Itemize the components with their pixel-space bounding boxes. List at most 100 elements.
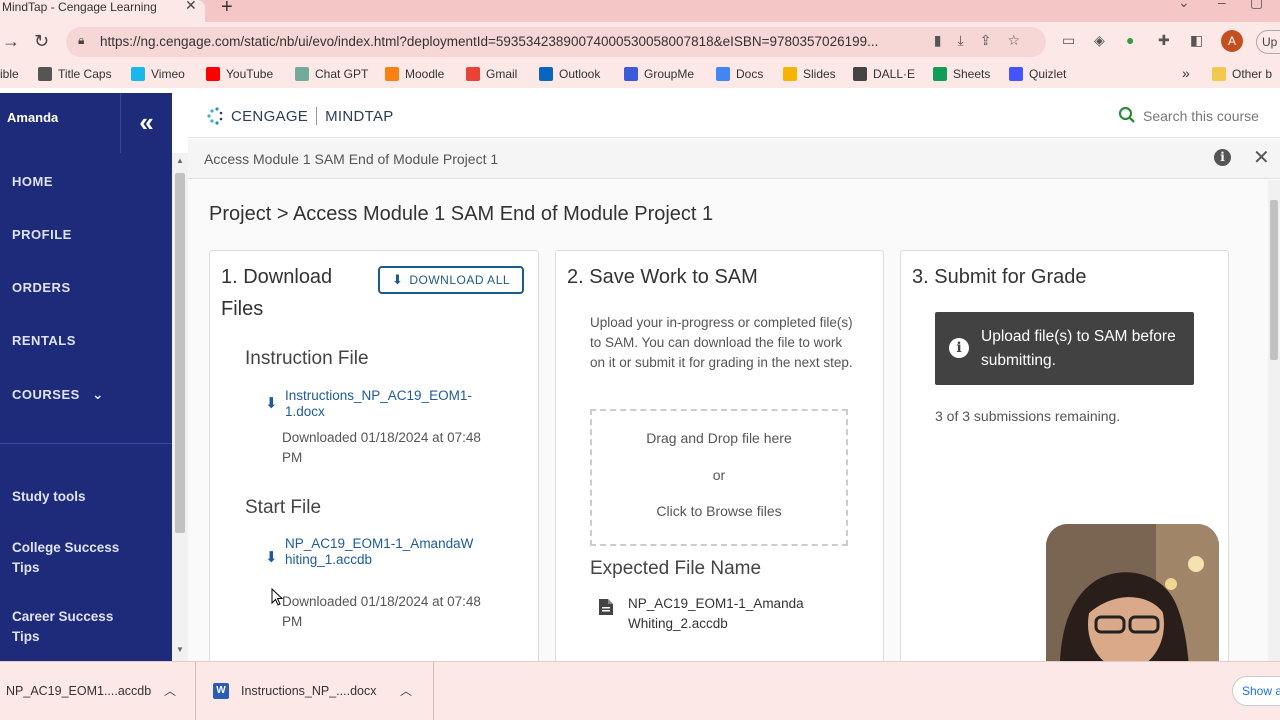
sidebar-scroll-thumb[interactable]: [175, 173, 185, 533]
download-item[interactable]: NP_AC19_EOM1....accdb ︿: [0, 662, 196, 720]
chatgpt-icon: [295, 67, 309, 81]
dalle-icon: [853, 67, 867, 81]
activity-title: Access Module 1 SAM End of Module Projec…: [204, 151, 499, 167]
submit-notice: i Upload file(s) to SAM before submittin…: [935, 312, 1194, 385]
moodle-icon: [385, 67, 399, 81]
update-button[interactable]: Up: [1256, 30, 1280, 54]
side-panel-icon[interactable]: ◧: [1190, 32, 1203, 49]
bookmark-label: DALL·E: [873, 67, 916, 81]
bookmark-label: Vimeo: [151, 67, 185, 81]
maximize-window-icon[interactable]: ▢: [1250, 0, 1263, 11]
sidebar-item-study-tools[interactable]: Study tools: [12, 487, 152, 507]
bookmark-item[interactable]: Outlook: [539, 67, 600, 81]
close-tab-icon[interactable]: ✕: [185, 0, 197, 12]
download-icon: ⬇: [391, 272, 404, 287]
camera-icon[interactable]: ▮: [934, 32, 958, 48]
bookmark-label: Outlook: [559, 67, 601, 81]
url-text[interactable]: https://ng.cengage.com/static/nb/ui/evo/…: [100, 34, 878, 49]
search-course-input[interactable]: Search this course: [1143, 108, 1259, 124]
scroll-down-icon[interactable]: ▼: [176, 645, 184, 654]
chevron-up-icon[interactable]: ︿: [400, 682, 412, 699]
info-circle-icon: i: [949, 338, 969, 358]
sidebar-item-profile[interactable]: PROFILE: [12, 227, 72, 242]
cengage-mindtap-logo[interactable]: CENGAGE MINDTAP: [205, 106, 394, 126]
bookmark-label: Docs: [736, 67, 764, 81]
reload-icon[interactable]: ↻: [34, 31, 49, 52]
bookmark-star-icon[interactable]: ☆: [1007, 32, 1036, 48]
gmail-icon: [466, 67, 480, 81]
profile-avatar[interactable]: A: [1221, 30, 1243, 52]
bookmark-item[interactable]: DALL·E: [853, 67, 915, 81]
bookmark-item[interactable]: Sheets: [933, 67, 990, 81]
start-file-heading: Start File: [245, 497, 322, 518]
extension-jm-icon[interactable]: ●: [1126, 32, 1134, 48]
sidebar-item-rentals[interactable]: RENTALS: [12, 333, 76, 348]
download-all-button[interactable]: ⬇ DOWNLOAD ALL: [378, 266, 524, 294]
word-document-icon: W: [213, 683, 229, 699]
bookmark-item[interactable]: Docs: [716, 67, 763, 81]
info-icon[interactable]: i: [1214, 149, 1231, 166]
card-title-save: 2. Save Work to SAM: [567, 266, 758, 288]
download-item-name: NP_AC19_EOM1....accdb: [6, 684, 152, 698]
bookmark-item[interactable]: Slides: [783, 67, 836, 81]
main-scrollbar[interactable]: [1268, 180, 1280, 661]
close-activity-icon[interactable]: ✕: [1253, 145, 1270, 170]
browser-tab-bar: MindTap - Cengage Learning ✕ + ⌄ – ▢: [0, 0, 1280, 22]
card-title-submit: 3. Submit for Grade: [912, 266, 1087, 288]
address-bar[interactable]: 🔒︎ https://ng.cengage.com/static/nb/ui/e…: [66, 27, 1046, 57]
card-title-download: 1. Download Files: [221, 266, 333, 320]
file-download-icon[interactable]: ⬇: [265, 548, 278, 566]
download-item[interactable]: W Instructions_NP_....docx ︿: [196, 662, 434, 720]
start-file-link[interactable]: NP_AC19_EOM1-1_AmandaWhiting_1.accdb: [285, 536, 475, 568]
minimize-icon[interactable]: ⌄: [1178, 0, 1190, 11]
scroll-up-icon[interactable]: ▲: [176, 156, 184, 165]
dropzone-drag-text: Drag and Drop file here: [646, 430, 792, 446]
logo-divider: [316, 107, 318, 125]
chevron-up-icon[interactable]: ︿: [164, 682, 176, 699]
more-bookmarks-icon[interactable]: »: [1182, 65, 1190, 81]
forward-icon[interactable]: →: [2, 31, 20, 52]
bookmark-item[interactable]: YouTube: [206, 67, 273, 81]
bookmark-item[interactable]: Moodle: [385, 67, 444, 81]
search-icon[interactable]: [1118, 106, 1136, 124]
other-bookmarks-folder[interactable]: Other b: [1212, 67, 1272, 81]
sidebar-item-career-success-tips[interactable]: Career Success Tips: [12, 607, 137, 647]
collapse-sidebar-button[interactable]: «: [120, 93, 172, 153]
bookmark-label: Title Caps: [58, 67, 112, 81]
sidebar-item-orders[interactable]: ORDERS: [12, 280, 71, 295]
browser-tab[interactable]: MindTap - Cengage Learning ✕: [0, 0, 205, 22]
breadcrumb-root[interactable]: Project: [209, 203, 271, 225]
title-caps-icon: [38, 67, 52, 81]
bookmark-label: Chat GPT: [315, 67, 369, 81]
extensions-puzzle-icon[interactable]: ✚: [1158, 32, 1170, 49]
lock-icon: 🔒︎: [78, 33, 85, 47]
browse-files-link[interactable]: Click to Browse files: [592, 503, 846, 519]
show-all-downloads-button[interactable]: Show a: [1232, 676, 1280, 706]
main-scroll-thumb[interactable]: [1270, 200, 1278, 360]
bookmark-item[interactable]: GroupMe: [624, 67, 694, 81]
file-download-icon[interactable]: ⬇: [265, 394, 278, 412]
share-icon[interactable]: ⇪: [980, 32, 1008, 48]
sidebar-item-college-success-tips[interactable]: College Success Tips: [12, 538, 137, 578]
sidebar-item-courses[interactable]: COURSES ⌄: [12, 386, 104, 403]
instruction-file-link[interactable]: Instructions_NP_AC19_EOM1-1.docx: [285, 388, 475, 420]
sidebar-item-home[interactable]: HOME: [12, 174, 53, 189]
extension-shield-icon[interactable]: ◈: [1094, 32, 1105, 49]
app-header: CENGAGE MINDTAP Search this course: [188, 93, 1280, 138]
bookmark-item[interactable]: Vimeo: [131, 67, 185, 81]
sidebar-scrollbar[interactable]: ▲ ▼: [172, 153, 188, 661]
bookmark-item[interactable]: ible: [0, 67, 19, 81]
double-chevron-left-icon: «: [139, 107, 154, 137]
file-dropzone[interactable]: Drag and Drop file here or Click to Brow…: [590, 409, 848, 546]
quizlet-icon: [1009, 67, 1023, 81]
minimize-window-icon[interactable]: –: [1218, 0, 1226, 10]
bookmark-item[interactable]: Title Caps: [38, 67, 112, 81]
new-tab-icon[interactable]: +: [221, 0, 233, 19]
bookmark-item[interactable]: Quizlet: [1009, 67, 1066, 81]
save-work-card: 2. Save Work to SAM Upload your in-progr…: [555, 250, 884, 661]
dropzone-or-text: or: [712, 467, 726, 483]
install-icon[interactable]: ⤓: [958, 32, 980, 48]
bookmark-item[interactable]: Gmail: [466, 67, 517, 81]
extension-icon[interactable]: ▭: [1062, 32, 1075, 49]
bookmark-item[interactable]: Chat GPT: [295, 67, 368, 81]
